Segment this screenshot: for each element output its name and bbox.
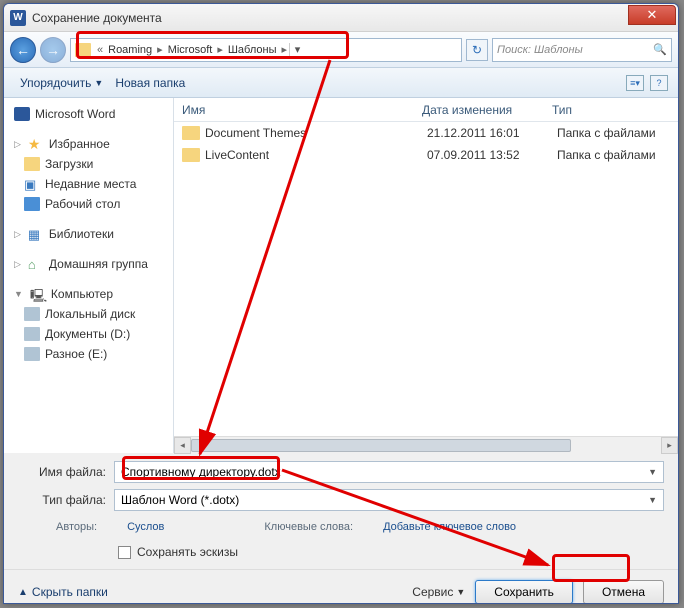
body-area: Microsoft Word ▷★Избранное Загрузки ▣Нед… <box>4 98 678 453</box>
footer: ▲ Скрыть папки Сервис▼ Сохранить Отмена <box>4 569 678 604</box>
window-title: Сохранение документа <box>32 11 628 25</box>
col-type[interactable]: Тип <box>552 103 678 117</box>
sidebar-item-desktop[interactable]: Рабочий стол <box>4 194 173 214</box>
chevron-right-icon: ▸ <box>155 43 165 56</box>
breadcrumb-seg[interactable]: Шаблоны <box>225 44 280 56</box>
filetype-select[interactable]: Шаблон Word (*.dotx)▼ <box>114 489 664 511</box>
keywords-value[interactable]: Добавьте ключевое слово <box>383 521 516 533</box>
save-button[interactable]: Сохранить <box>475 580 573 604</box>
back-button[interactable]: ← <box>10 37 36 63</box>
hide-folders-button[interactable]: ▲ Скрыть папки <box>18 585 108 599</box>
search-input[interactable]: Поиск: Шаблоны 🔍 <box>492 38 672 62</box>
sidebar-item-word[interactable]: Microsoft Word <box>4 104 173 124</box>
sidebar-item-recent[interactable]: ▣Недавние места <box>4 174 173 194</box>
refresh-button[interactable]: ↻ <box>466 39 488 61</box>
filetype-label: Тип файла: <box>18 493 114 507</box>
breadcrumb[interactable]: « Roaming ▸ Microsoft ▸ Шаблоны ▸ ▾ <box>70 38 462 62</box>
sidebar-item-misc-e[interactable]: Разное (E:) <box>4 344 173 364</box>
cancel-button[interactable]: Отмена <box>583 580 664 604</box>
sidebar-computer[interactable]: ▼🖳Компьютер <box>4 284 173 304</box>
table-row[interactable]: Document Themes 21.12.2011 16:01 Папка с… <box>174 122 678 144</box>
chevron-right-icon: ▸ <box>215 43 225 56</box>
close-button[interactable]: ✕ <box>628 5 676 25</box>
scroll-right-button[interactable]: ▸ <box>661 437 678 454</box>
sidebar: Microsoft Word ▷★Избранное Загрузки ▣Нед… <box>4 98 174 453</box>
sidebar-item-downloads[interactable]: Загрузки <box>4 154 173 174</box>
organize-button[interactable]: Упорядочить ▼ <box>14 74 109 92</box>
new-folder-button[interactable]: Новая папка <box>109 74 191 92</box>
help-button[interactable]: ? <box>650 75 668 91</box>
chevron-up-icon: ▲ <box>18 587 28 598</box>
nav-bar: ← → « Roaming ▸ Microsoft ▸ Шаблоны ▸ ▾ … <box>4 32 678 68</box>
tools-button[interactable]: Сервис▼ <box>412 585 465 599</box>
sidebar-libraries[interactable]: ▷▦Библиотеки <box>4 224 173 244</box>
scroll-left-button[interactable]: ◂ <box>174 437 191 454</box>
folder-icon <box>75 43 91 57</box>
breadcrumb-dropdown[interactable]: ▾ <box>289 43 305 56</box>
filename-input[interactable]: Спортивному директору.dotx▼ <box>114 461 664 483</box>
authors-label: Авторы: <box>56 521 97 533</box>
sidebar-favorites[interactable]: ▷★Избранное <box>4 134 173 154</box>
breadcrumb-seg[interactable]: Microsoft <box>165 44 216 56</box>
search-icon: 🔍 <box>653 43 667 56</box>
breadcrumb-seg[interactable]: Roaming <box>105 44 155 56</box>
forward-button[interactable]: → <box>40 37 66 63</box>
file-list: Имя Дата изменения Тип Document Themes 2… <box>174 98 678 453</box>
word-app-icon: W <box>10 10 26 26</box>
folder-icon <box>182 126 200 140</box>
scroll-thumb[interactable] <box>191 439 571 452</box>
search-placeholder: Поиск: Шаблоны <box>497 44 583 56</box>
save-thumbnails-checkbox[interactable] <box>118 546 131 559</box>
save-thumbnails-label: Сохранять эскизы <box>137 545 238 559</box>
save-dialog-window: W Сохранение документа ✕ ← → « Roaming ▸… <box>3 3 679 604</box>
titlebar: W Сохранение документа ✕ <box>4 4 678 32</box>
filename-label: Имя файла: <box>18 465 114 479</box>
fields-panel: Имя файла: Спортивному директору.dotx▼ Т… <box>4 453 678 569</box>
column-headers: Имя Дата изменения Тип <box>174 98 678 122</box>
horizontal-scrollbar[interactable]: ◂ ▸ <box>174 436 678 453</box>
sidebar-item-local-disk[interactable]: Локальный диск <box>4 304 173 324</box>
folder-icon <box>182 148 200 162</box>
table-row[interactable]: LiveContent 07.09.2011 13:52 Папка с фай… <box>174 144 678 166</box>
toolbar: Упорядочить ▼ Новая папка ≡▾ ? <box>4 68 678 98</box>
chevron-right-icon: ▸ <box>280 43 290 56</box>
authors-value[interactable]: Суслов <box>127 521 164 533</box>
view-mode-button[interactable]: ≡▾ <box>626 75 644 91</box>
col-name[interactable]: Имя <box>182 103 422 117</box>
col-date[interactable]: Дата изменения <box>422 103 552 117</box>
keywords-label: Ключевые слова: <box>264 521 353 533</box>
sidebar-homegroup[interactable]: ▷⌂Домашняя группа <box>4 254 173 274</box>
chevron-icon: « <box>95 44 105 56</box>
sidebar-item-documents-d[interactable]: Документы (D:) <box>4 324 173 344</box>
